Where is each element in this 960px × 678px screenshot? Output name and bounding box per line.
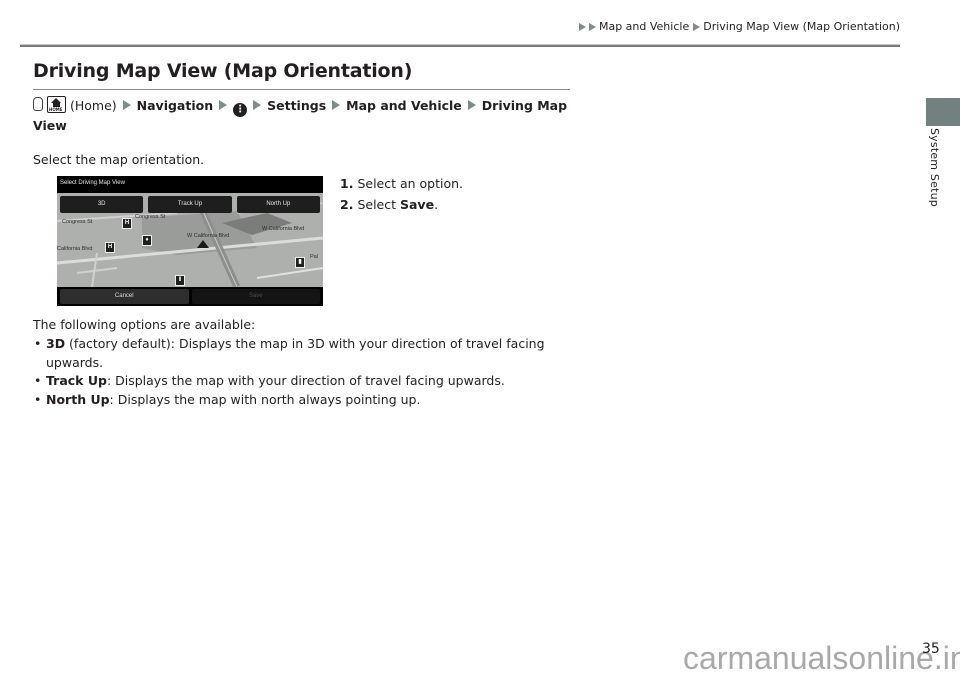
option-item: Track Up: Displays the map with your dir… <box>33 372 573 391</box>
action-buttons: Cancel Save <box>60 289 320 304</box>
device-screenshot: Select Driving Map View Congress St Cong… <box>57 176 323 306</box>
breadcrumb-item: Driving Map View (Map Orientation) <box>703 20 900 33</box>
step-item: 1. Select an option. <box>340 173 463 194</box>
map-road <box>76 267 118 274</box>
map-label: W California Blvd <box>262 226 305 232</box>
arrow-icon <box>588 22 596 31</box>
option-term: Track Up <box>46 373 107 388</box>
arrow-icon <box>253 100 262 110</box>
navigation-path: HOME (Home) Navigation ⋮ Settings Map and Ve… <box>33 96 573 134</box>
step-number: 2. <box>340 197 354 212</box>
arrow-icon <box>219 100 228 110</box>
option-term: North Up <box>46 391 110 407</box>
map-road <box>256 267 323 279</box>
title-divider <box>33 89 570 90</box>
option-3d-button[interactable]: 3D <box>60 196 144 213</box>
watermark: carmanualsonline.info <box>683 640 960 676</box>
step-bold-term: Save <box>399 197 435 212</box>
path-step-map-and-vehicle: Map and Vehicle <box>346 98 462 113</box>
step-text: . <box>434 197 439 212</box>
path-step-navigation: Navigation <box>136 98 214 113</box>
home-icon: HOME <box>47 96 66 113</box>
map-label: Congress St <box>135 214 166 220</box>
poi-icon: ♦ <box>142 235 152 246</box>
option-track-up-button[interactable]: Track Up <box>148 196 232 213</box>
arrow-icon <box>122 100 131 110</box>
arrow-icon <box>693 22 701 31</box>
option-description: : Displays the map with your direction o… <box>106 373 505 388</box>
page-number: 35 <box>922 641 940 657</box>
steps-list: 1. Select an option. 2. Select Save. <box>340 173 463 215</box>
intro-text: Select the map orientation. <box>33 152 205 167</box>
options-list: 3D (factory default): Displays the map i… <box>33 335 573 409</box>
arrow-icon <box>467 100 476 110</box>
step-text: Select <box>357 197 400 212</box>
option-item: North Up: Displays the map with north al… <box>33 391 573 410</box>
map-label: Pal <box>310 254 318 260</box>
voice-command-icon <box>33 97 43 111</box>
save-button[interactable]: Save <box>191 289 320 304</box>
option-description: : Displays the map with north always poi… <box>109 391 421 407</box>
header-breadcrumb: Map and Vehicle Driving Map View (Map Or… <box>578 20 900 33</box>
page-title: Driving Map View (Map Orientation) <box>33 60 413 82</box>
cancel-button[interactable]: Cancel <box>60 289 189 304</box>
option-item: 3D (factory default): Displays the map i… <box>33 335 573 372</box>
section-tab <box>926 98 960 126</box>
map-label: Congress St <box>62 219 93 225</box>
option-buttons: 3D Track Up North Up <box>60 196 320 213</box>
step-text: Select an option. <box>357 176 464 191</box>
path-step-settings: Settings <box>267 98 327 113</box>
section-label: System Setup <box>928 128 941 207</box>
menu-icon: ⋮ <box>233 103 248 117</box>
option-description: (factory default): Displays the map in 3… <box>46 336 545 370</box>
arrow-icon <box>578 22 586 31</box>
home-label: (Home) <box>69 98 117 113</box>
breadcrumb-item[interactable]: Map and Vehicle <box>599 20 689 33</box>
header-divider <box>20 44 900 47</box>
map-label: W California Blvd <box>187 233 230 239</box>
screen-title: Select Driving Map View <box>60 180 125 186</box>
restaurant-icon: ǁ <box>175 275 185 286</box>
shopping-icon: ▮ <box>295 257 305 268</box>
hospital-icon: H <box>105 242 115 253</box>
step-number: 1. <box>340 176 354 191</box>
map-label: California Blvd <box>57 246 93 252</box>
step-item: 2. Select Save. <box>340 194 463 215</box>
options-intro: The following options are available: <box>33 317 256 332</box>
hospital-icon: H <box>122 218 132 229</box>
option-term: 3D <box>46 336 66 351</box>
option-north-up-button[interactable]: North Up <box>236 196 320 213</box>
arrow-icon <box>332 100 341 110</box>
